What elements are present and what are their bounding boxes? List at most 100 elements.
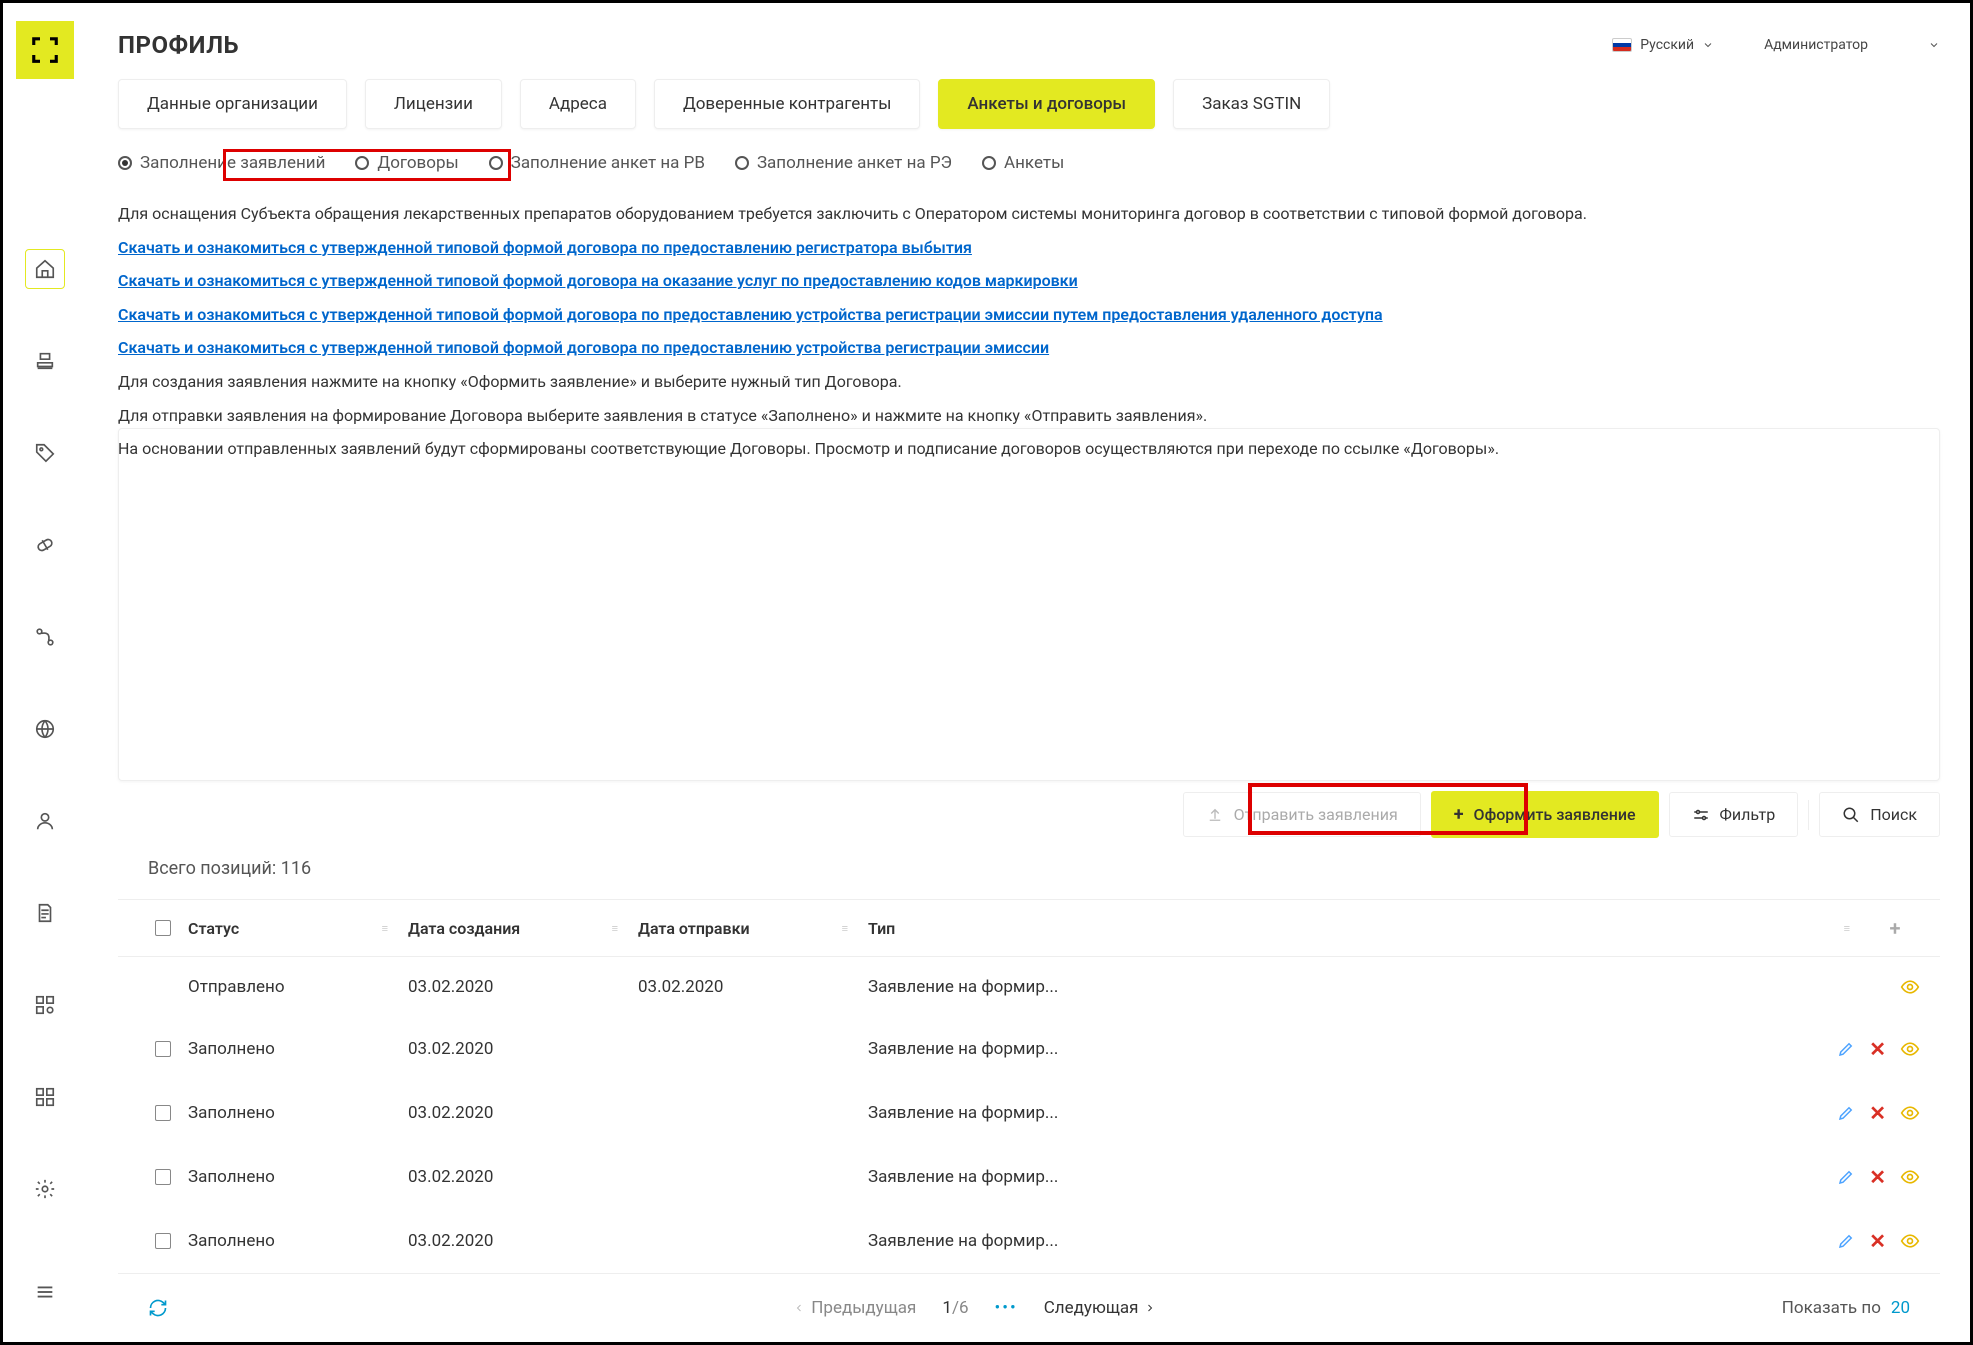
radio-option-4[interactable]: Анкеты — [982, 153, 1064, 173]
nav-grid1-icon[interactable] — [25, 985, 65, 1025]
radio-label: Договоры — [377, 153, 458, 173]
view-icon[interactable] — [1900, 977, 1920, 997]
nav-document-icon[interactable] — [25, 893, 65, 933]
cell-actions: ✕ — [1780, 1165, 1920, 1189]
nav-home-icon[interactable] — [25, 249, 65, 289]
search-button[interactable]: Поиск — [1819, 792, 1940, 837]
radio-option-2[interactable]: Заполнение анкет на РВ — [489, 153, 705, 173]
view-icon[interactable] — [1900, 1039, 1920, 1059]
view-icon[interactable] — [1900, 1231, 1920, 1251]
nav-globe-icon[interactable] — [25, 709, 65, 749]
upload-icon — [1206, 806, 1224, 824]
row-checkbox[interactable] — [155, 1169, 171, 1185]
delete-icon[interactable]: ✕ — [1869, 1037, 1886, 1061]
row-checkbox[interactable] — [155, 1105, 171, 1121]
delete-icon[interactable]: ✕ — [1869, 1165, 1886, 1189]
logo — [16, 21, 74, 79]
tab-4[interactable]: Анкеты и договоры — [938, 79, 1155, 129]
tab-0[interactable]: Данные организации — [118, 79, 347, 129]
search-icon — [1842, 806, 1860, 824]
view-icon[interactable] — [1900, 1167, 1920, 1187]
tab-5[interactable]: Заказ SGTIN — [1173, 79, 1330, 129]
table-row: Заполнено03.02.2020Заявление на формир..… — [118, 1209, 1940, 1273]
cell-actions — [1780, 977, 1920, 997]
tab-1[interactable]: Лицензии — [365, 79, 502, 129]
download-link-0[interactable]: Скачать и ознакомиться с утвержденной ти… — [118, 231, 972, 265]
cell-sent: 03.02.2020 — [638, 977, 868, 997]
nav-menu-icon[interactable] — [25, 1272, 65, 1312]
download-link-3[interactable]: Скачать и ознакомиться с утвержденной ти… — [118, 331, 1049, 365]
search-button-label: Поиск — [1870, 805, 1917, 824]
download-link-1[interactable]: Скачать и ознакомиться с утвержденной ти… — [118, 264, 1078, 298]
add-column-button[interactable]: + — [1870, 916, 1920, 940]
tab-3[interactable]: Доверенные контрагенты — [654, 79, 920, 129]
col-sent-header: Дата отправки — [638, 919, 750, 938]
nav-route-icon[interactable] — [25, 617, 65, 657]
sort-icon[interactable]: ≡ — [382, 922, 388, 935]
user-role-label: Администратор — [1764, 37, 1868, 53]
cell-actions: ✕ — [1780, 1037, 1920, 1061]
nav-settings-icon[interactable] — [25, 1169, 65, 1209]
nav-pill-icon[interactable] — [25, 525, 65, 565]
user-role-selector[interactable]: Администратор — [1764, 37, 1940, 53]
nav-grid2-icon[interactable] — [25, 1077, 65, 1117]
edit-icon[interactable] — [1837, 1168, 1855, 1186]
language-selector[interactable]: Русский — [1612, 37, 1714, 53]
filter-button-label: Фильтр — [1720, 805, 1776, 824]
create-application-button[interactable]: + Оформить заявление — [1431, 791, 1659, 838]
tab-2[interactable]: Адреса — [520, 79, 636, 129]
sort-icon[interactable]: ≡ — [1844, 922, 1850, 935]
side-nav — [25, 249, 65, 1209]
next-page-button[interactable]: Следующая — [1044, 1298, 1157, 1318]
pagination: Предыдущая 1/6 ••• Следующая Показать по… — [118, 1273, 1940, 1342]
page-title: ПРОФИЛЬ — [118, 31, 239, 59]
prev-page-button[interactable]: Предыдущая — [793, 1298, 916, 1318]
sort-icon[interactable]: ≡ — [612, 922, 618, 935]
download-link-2[interactable]: Скачать и ознакомиться с утвержденной ти… — [118, 298, 1383, 332]
page-size-value[interactable]: 20 — [1891, 1298, 1910, 1318]
col-created-header: Дата создания — [408, 919, 520, 938]
total-count: Всего позиций: 116 — [118, 848, 1940, 899]
select-all-checkbox[interactable] — [155, 920, 171, 936]
send-applications-button[interactable]: Отправить заявления — [1183, 792, 1421, 837]
cell-type: Заявление на формир... — [868, 977, 1780, 997]
cell-type: Заявление на формир... — [868, 1231, 1780, 1251]
edit-icon[interactable] — [1837, 1040, 1855, 1058]
radio-option-0[interactable]: Заполнение заявлений — [118, 153, 325, 173]
radio-label: Заполнение анкет на РЭ — [757, 153, 952, 173]
radio-option-1[interactable]: Договоры — [355, 153, 458, 173]
edit-icon[interactable] — [1837, 1232, 1855, 1250]
radio-option-3[interactable]: Заполнение анкет на РЭ — [735, 153, 952, 173]
chevron-down-icon — [1928, 39, 1940, 51]
nav-stamp-icon[interactable] — [25, 341, 65, 381]
toolbar: Отправить заявления + Оформить заявление… — [118, 781, 1940, 848]
edit-icon[interactable] — [1837, 1104, 1855, 1122]
cell-status: Заполнено — [188, 1103, 408, 1123]
row-checkbox[interactable] — [155, 1041, 171, 1057]
delete-icon[interactable]: ✕ — [1869, 1101, 1886, 1125]
nav-user-icon[interactable] — [25, 801, 65, 841]
page-size-label: Показать по — [1782, 1298, 1881, 1318]
view-icon[interactable] — [1900, 1103, 1920, 1123]
nav-tag-icon[interactable] — [25, 433, 65, 473]
page-more[interactable]: ••• — [995, 1298, 1018, 1318]
cell-actions: ✕ — [1780, 1101, 1920, 1125]
info-block: Для оснащения Субъекта обращения лекарст… — [118, 197, 1940, 466]
tabs: Данные организации Лицензии Адреса Доверенн… — [118, 79, 1940, 129]
row-checkbox[interactable] — [155, 1233, 171, 1249]
delete-icon[interactable]: ✕ — [1869, 1229, 1886, 1253]
send-button-label: Отправить заявления — [1234, 805, 1398, 824]
cell-created: 03.02.2020 — [408, 1167, 638, 1187]
refresh-button[interactable] — [148, 1298, 168, 1318]
next-label: Следующая — [1044, 1298, 1139, 1318]
cell-type: Заявление на формир... — [868, 1103, 1780, 1123]
col-type-header: Тип — [868, 919, 895, 938]
radio-label: Заполнение заявлений — [140, 153, 325, 173]
cell-actions: ✕ — [1780, 1229, 1920, 1253]
radio-icon — [118, 156, 132, 170]
cell-status: Заполнено — [188, 1039, 408, 1059]
sort-icon[interactable]: ≡ — [842, 922, 848, 935]
language-label: Русский — [1640, 37, 1694, 53]
cell-type: Заявление на формир... — [868, 1167, 1780, 1187]
filter-button[interactable]: Фильтр — [1669, 792, 1799, 837]
